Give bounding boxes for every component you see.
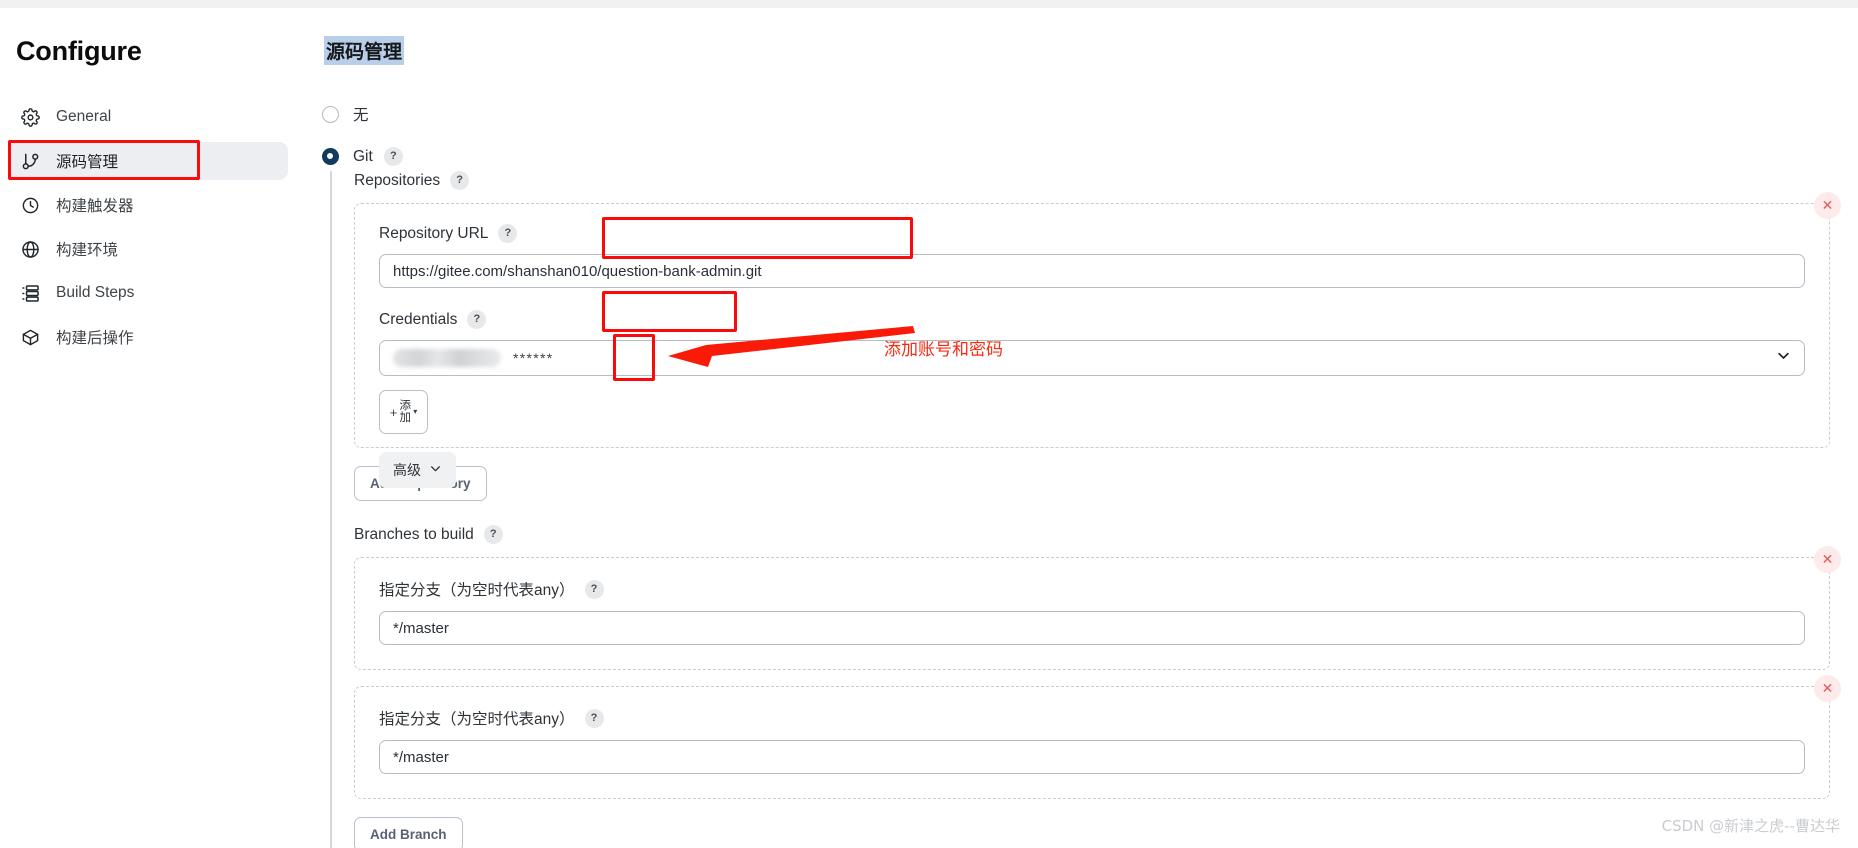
sidebar-item-scm[interactable]: 源码管理 [8, 142, 288, 180]
help-icon-git[interactable]: ? [383, 147, 403, 166]
credentials-select[interactable]: ****** [379, 340, 1805, 376]
help-icon-repository-url[interactable]: ? [498, 224, 518, 243]
scm-option-label: 无 [353, 107, 369, 124]
page-title: Configure [16, 36, 142, 66]
plus-icon: + [389, 404, 398, 420]
annotation-add-credentials-note: 添加账号和密码 [884, 340, 1003, 360]
repositories-label-row: Repositories ? [354, 171, 1830, 190]
repository-url-label: Repository URL [379, 224, 489, 242]
watermark: CSDN @新津之虎--曹达华 [1661, 817, 1840, 835]
chevron-down-icon [429, 462, 442, 478]
sidebar-item-build-triggers[interactable]: 构建触发器 [8, 186, 288, 224]
sidebar-item-label: General [56, 108, 112, 125]
branch-spec-input[interactable] [379, 740, 1805, 774]
sidebar-item-build-environment[interactable]: 构建环境 [8, 230, 288, 268]
sidebar: Configure General 源码管理 构建触发器 构建环境 Build … [0, 8, 296, 848]
sidebar-item-general[interactable]: General [8, 98, 288, 136]
delete-branch-button[interactable]: ✕ [1814, 675, 1841, 702]
credentials-label-row: Credentials ? [379, 310, 1805, 329]
sidebar-item-build-steps[interactable]: Build Steps [8, 274, 288, 312]
credentials-selected-value: ****** [513, 350, 554, 366]
sidebar-item-label: 源码管理 [56, 154, 119, 171]
credentials-select-wrap: ****** [379, 340, 1805, 376]
scm-option-git[interactable]: Git ? [322, 147, 403, 166]
branch-block: ✕ 指定分支（为空时代表any） ? [354, 675, 1841, 799]
help-icon-branches[interactable]: ? [483, 525, 503, 544]
advanced-button[interactable]: 高级 [379, 452, 456, 488]
section-title: 源码管理 [324, 36, 405, 65]
repositories-label: Repositories [354, 171, 441, 189]
help-icon-credentials[interactable]: ? [467, 310, 487, 329]
top-strip [0, 0, 1858, 8]
repository-block: ✕ Repository URL ? Credentials ? ****** [354, 192, 1841, 488]
help-icon-branch-spec[interactable]: ? [584, 708, 604, 728]
add-branch-button[interactable]: Add Branch [354, 817, 463, 848]
add-credentials-button[interactable]: + 添 加 ▾ [379, 390, 428, 434]
add-credentials-label-1: 添 [399, 399, 412, 412]
app-root: Configure General 源码管理 构建触发器 构建环境 Build … [0, 0, 1858, 848]
git-section-body: Repositories ? ✕ Repository URL ? Creden… [330, 171, 1841, 848]
help-icon-branch-spec[interactable]: ? [584, 579, 604, 599]
delete-repository-button[interactable]: ✕ [1814, 192, 1841, 219]
globe-icon [16, 237, 44, 261]
repository-url-label-row: Repository URL ? [379, 224, 1805, 243]
chevron-down-icon: ▾ [413, 407, 418, 416]
sidebar-item-label: 构建触发器 [56, 198, 134, 215]
branches-label: Branches to build [354, 525, 474, 543]
branch-spec-label-row: 指定分支（为空时代表any） ? [379, 707, 1805, 729]
branch-spec-label-row: 指定分支（为空时代表any） ? [379, 578, 1805, 600]
branch-spec-label: 指定分支（为空时代表any） [379, 582, 575, 599]
radio-git-icon[interactable] [322, 148, 339, 165]
repository-url-input[interactable] [379, 254, 1805, 288]
package-icon [16, 325, 44, 349]
clock-icon [16, 193, 44, 217]
sidebar-item-label: 构建后操作 [56, 330, 134, 347]
branch-spec-input[interactable] [379, 611, 1805, 645]
branch-block: ✕ 指定分支（为空时代表any） ? [354, 546, 1841, 670]
delete-branch-button[interactable]: ✕ [1814, 546, 1841, 573]
main-content: 源码管理 无 Git ? Repositories ? ✕ Repository… [296, 8, 1858, 848]
add-credentials-label-2: 加 [399, 412, 412, 424]
gear-icon [16, 105, 44, 129]
sidebar-item-label: 构建环境 [56, 242, 119, 259]
credentials-masked-username [393, 349, 501, 367]
sidebar-item-post-build-actions[interactable]: 构建后操作 [8, 318, 288, 356]
sidebar-item-label: Build Steps [56, 284, 135, 301]
branches-label-row: Branches to build ? [354, 525, 1830, 544]
scm-option-label: Git [353, 147, 373, 165]
git-branch-icon [16, 149, 44, 173]
help-icon-repositories[interactable]: ? [450, 171, 470, 190]
scm-option-none[interactable]: 无 [322, 103, 380, 125]
advanced-label: 高级 [393, 462, 421, 478]
list-icon [16, 281, 44, 305]
sidebar-nav: General 源码管理 构建触发器 构建环境 Build Steps 构建后操… [0, 98, 296, 362]
branch-spec-label: 指定分支（为空时代表any） [379, 711, 575, 728]
credentials-label: Credentials [379, 310, 458, 328]
radio-none-icon[interactable] [322, 105, 339, 123]
